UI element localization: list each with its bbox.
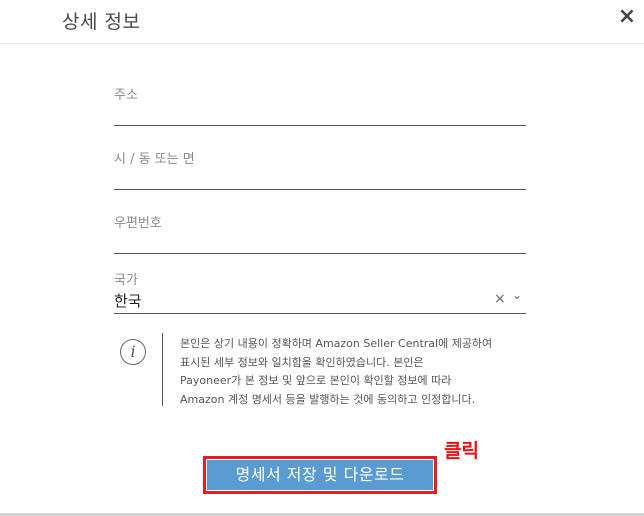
consent-notice: 본인은 상기 내용이 정확하며 Amazon Seller Central에 제… — [180, 335, 530, 409]
notice-line: 본인은 상기 내용이 정확하며 Amazon Seller Central에 제… — [180, 337, 493, 350]
info-icon: i — [120, 339, 146, 365]
address-field[interactable]: 주소 — [114, 84, 526, 126]
click-annotation: 클릭 — [444, 440, 479, 462]
address-underline — [114, 125, 526, 126]
clear-icon[interactable]: × — [494, 291, 506, 307]
country-label: 국가 — [114, 273, 138, 288]
city-label: 시 / 동 또는 면 — [114, 152, 195, 167]
detail-modal: 상세 정보 × 주소 시 / 동 또는 면 우편번호 국가 한국 × ⌄ i 본… — [0, 0, 644, 516]
country-underline — [114, 313, 526, 314]
city-field[interactable]: 시 / 동 또는 면 — [114, 148, 526, 190]
notice-line: 표시된 세부 정보와 일치함을 확인하였습니다. 본인은 — [180, 355, 424, 369]
postal-code-underline — [114, 253, 526, 254]
modal-title: 상세 정보 — [62, 11, 141, 33]
notice-line: Payoneer가 본 정보 및 앞으로 본인이 확인할 정보에 따라 — [180, 374, 452, 387]
country-select[interactable]: 국가 한국 × ⌄ — [114, 269, 526, 315]
save-download-button[interactable]: 명세서 저장 및 다운로드 — [207, 460, 433, 490]
city-underline — [114, 189, 526, 190]
address-label: 주소 — [114, 88, 138, 103]
postal-code-label: 우편번호 — [114, 216, 162, 231]
notice-divider — [162, 333, 163, 406]
notice-line: Amazon 계정 명세서 등을 발행하는 것에 동의하고 인정합니다. — [180, 392, 476, 406]
postal-code-field[interactable]: 우편번호 — [114, 212, 526, 254]
country-value: 한국 — [114, 292, 142, 310]
chevron-down-icon[interactable]: ⌄ — [512, 288, 522, 302]
modal-header: 상세 정보 × — [0, 0, 644, 44]
close-icon[interactable]: × — [616, 6, 638, 28]
